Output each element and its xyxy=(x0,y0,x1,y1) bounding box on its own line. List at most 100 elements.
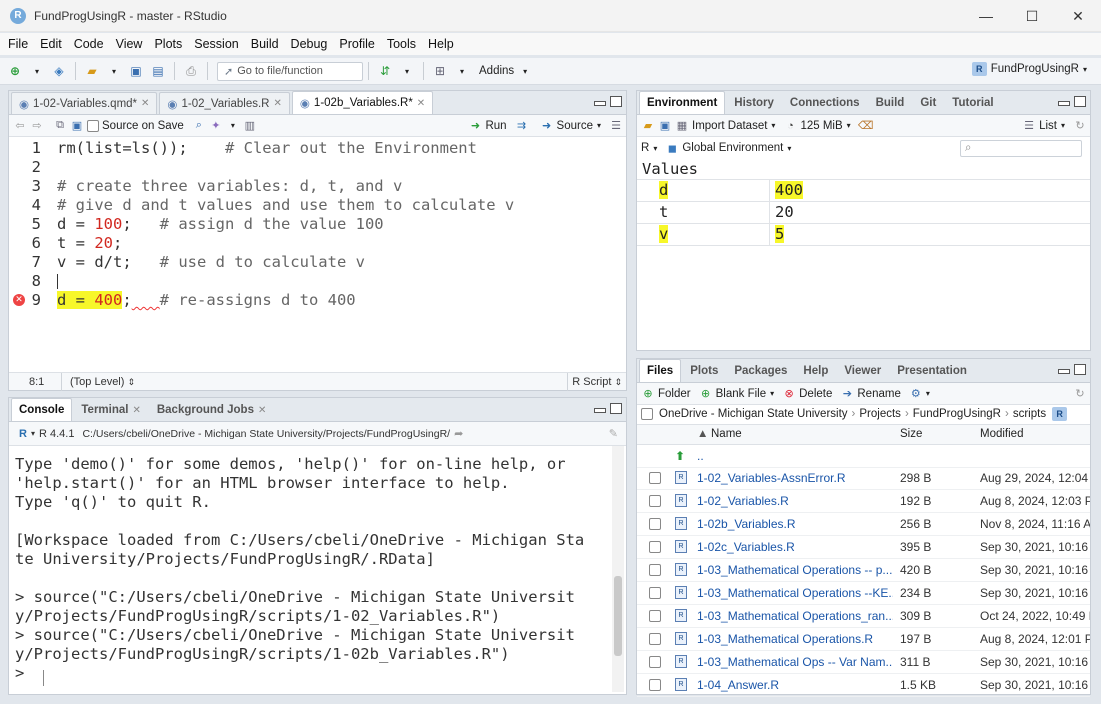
blank-file-button[interactable]: ⊕ Blank File ▾ xyxy=(699,387,774,401)
console-output[interactable]: Type 'demo()' for some demos, 'help()' f… xyxy=(15,455,606,683)
menu-view[interactable]: View xyxy=(110,37,149,51)
menu-plots[interactable]: Plots xyxy=(148,37,188,51)
file-name[interactable]: 1-02c_Variables.R xyxy=(697,540,893,554)
clear-objects-broom-icon[interactable]: ⌫ xyxy=(858,119,874,133)
environment-search-input[interactable]: ⌕ xyxy=(960,139,1082,157)
checkbox[interactable] xyxy=(87,119,99,132)
tab-presentation[interactable]: Presentation xyxy=(890,360,974,382)
parent-directory-row[interactable]: ⬆ .. xyxy=(637,445,1090,468)
menu-edit[interactable]: Edit xyxy=(34,37,68,51)
row-checkbox[interactable] xyxy=(649,633,661,645)
tab-plots[interactable]: Plots xyxy=(683,360,725,382)
column-modified-header[interactable]: Modified xyxy=(980,428,1023,440)
menu-session[interactable]: Session xyxy=(188,37,244,51)
compile-report-icon[interactable]: ▥ xyxy=(243,119,257,133)
menu-build[interactable]: Build xyxy=(245,37,285,51)
close-tab-icon[interactable]: ✕ xyxy=(141,98,149,109)
minimize-button[interactable]: — xyxy=(963,0,1009,32)
row-checkbox[interactable] xyxy=(649,610,661,622)
menu-code[interactable]: Code xyxy=(68,37,110,51)
file-name[interactable]: 1-03_Mathematical Operations.R xyxy=(697,632,893,646)
file-name[interactable]: 1-03_Mathematical Operations -- p... xyxy=(697,563,893,577)
run-button[interactable]: ➜ Run xyxy=(468,119,507,133)
save-icon[interactable]: ▣ xyxy=(70,119,84,133)
minimize-pane-icon[interactable] xyxy=(1058,369,1070,374)
file-row[interactable]: R 1-02_Variables-AssnError.R 298 B Aug 29, … xyxy=(637,467,1090,490)
new-project-icon[interactable]: ◈ xyxy=(50,62,68,80)
dropdown-arrow-icon[interactable]: ▾ xyxy=(28,62,46,80)
minimize-pane-icon[interactable] xyxy=(1058,101,1070,106)
document-outline-icon[interactable]: ☰ xyxy=(609,119,623,133)
row-checkbox[interactable] xyxy=(649,564,661,576)
env-row[interactable]: t 20 xyxy=(637,201,1090,224)
source-button[interactable]: ➜ Source ▾ xyxy=(540,119,601,133)
editor-tab[interactable]: ◉ 1-02-Variables.qmd* ✕ xyxy=(11,92,158,114)
breadcrumb-item[interactable]: Projects xyxy=(859,408,901,420)
file-name[interactable]: 1-02b_Variables.R xyxy=(697,517,893,531)
breadcrumb-item[interactable]: FundProgUsingR xyxy=(913,408,1001,420)
project-menu[interactable]: R FundProgUsingR ▾ xyxy=(971,62,1087,76)
delete-button[interactable]: ⊗ Delete xyxy=(782,387,833,401)
refresh-icon[interactable]: ↻ xyxy=(1073,387,1087,401)
select-all-checkbox[interactable] xyxy=(641,407,653,420)
breadcrumb-item[interactable]: scripts xyxy=(1013,408,1046,420)
memory-usage-button[interactable]: ◔ 125 MiB ▾ xyxy=(783,119,851,133)
maximize-pane-icon[interactable] xyxy=(610,403,622,414)
save-icon[interactable]: ▣ xyxy=(127,62,145,80)
language-selector[interactable]: R ▾ xyxy=(641,142,657,154)
close-tab-icon[interactable]: ✕ xyxy=(258,405,266,416)
tab-help[interactable]: Help xyxy=(796,360,835,382)
maximize-button[interactable]: ☐ xyxy=(1009,0,1055,32)
row-checkbox[interactable] xyxy=(649,587,661,599)
magic-wand-icon[interactable]: ✦ xyxy=(209,119,223,133)
file-name[interactable]: 1-04_Answer.R xyxy=(697,678,893,692)
save-workspace-icon[interactable]: ▣ xyxy=(658,119,672,133)
tab-packages[interactable]: Packages xyxy=(727,360,794,382)
row-checkbox[interactable] xyxy=(649,495,661,507)
maximize-pane-icon[interactable] xyxy=(610,96,622,107)
source-on-save-checkbox[interactable]: Source on Save xyxy=(87,119,184,132)
tab-console[interactable]: Console xyxy=(11,398,73,421)
close-tab-icon[interactable]: ✕ xyxy=(273,98,281,109)
minimize-pane-icon[interactable] xyxy=(594,101,606,106)
breadcrumb-item[interactable]: OneDrive - Michigan State University xyxy=(659,408,848,420)
column-size-header[interactable]: Size xyxy=(900,428,922,440)
dropdown-arrow-icon[interactable]: ▾ xyxy=(516,62,534,80)
row-checkbox[interactable] xyxy=(649,518,661,530)
file-name[interactable]: 1-03_Mathematical Operations_ran... xyxy=(697,609,893,623)
open-file-icon[interactable]: ▰ xyxy=(83,62,101,80)
version-control-icon[interactable]: ⇵ xyxy=(376,62,394,80)
file-row[interactable]: R 1-02b_Variables.R 256 B Nov 8, 2024, 11:1… xyxy=(637,513,1090,536)
maximize-pane-icon[interactable] xyxy=(1074,96,1086,107)
tab-terminal[interactable]: Terminal ✕ xyxy=(74,399,147,421)
import-dataset-button[interactable]: ▦ Import Dataset ▾ xyxy=(675,119,776,133)
menu-profile[interactable]: Profile xyxy=(333,37,380,51)
tab-connections[interactable]: Connections xyxy=(783,92,867,114)
row-checkbox[interactable] xyxy=(649,472,661,484)
column-name-header[interactable]: Name xyxy=(711,428,742,440)
maximize-pane-icon[interactable] xyxy=(1074,364,1086,375)
workspace-panes-icon[interactable]: ⊞ xyxy=(431,62,449,80)
new-file-icon[interactable]: ⊕ xyxy=(6,62,24,80)
view-mode-selector[interactable]: ☰ List ▾ xyxy=(1022,119,1065,133)
scrollbar-thumb[interactable] xyxy=(614,576,622,656)
file-row[interactable]: R 1-03_Mathematical Operations --KE... 234… xyxy=(637,582,1090,605)
close-tab-icon[interactable]: ✕ xyxy=(132,405,140,416)
file-name[interactable]: 1-03_Mathematical Operations --KE... xyxy=(697,586,893,600)
goto-file-function-input[interactable]: ➚ Go to file/function xyxy=(217,61,363,81)
file-row[interactable]: R 1-03_Mathematical Ops -- Var Nam... 311 … xyxy=(637,651,1090,674)
tab-git[interactable]: Git xyxy=(913,92,943,114)
go-to-project-directory-icon[interactable]: R xyxy=(1052,406,1068,421)
menu-file[interactable]: File xyxy=(2,37,34,51)
menu-debug[interactable]: Debug xyxy=(285,37,334,51)
refresh-icon[interactable]: ↻ xyxy=(1073,119,1087,133)
tab-viewer[interactable]: Viewer xyxy=(837,360,888,382)
file-type-selector[interactable]: R Script ⇕ xyxy=(567,372,626,391)
tab-files[interactable]: Files xyxy=(639,359,682,382)
parent-directory-link[interactable]: .. xyxy=(697,449,893,463)
close-tab-icon[interactable]: ✕ xyxy=(417,98,425,109)
file-name[interactable]: 1-02_Variables-AssnError.R xyxy=(697,471,893,485)
dropdown-arrow-icon[interactable]: ▾ xyxy=(31,429,35,438)
row-checkbox[interactable] xyxy=(649,541,661,553)
dropdown-arrow-icon[interactable]: ▾ xyxy=(226,119,240,133)
